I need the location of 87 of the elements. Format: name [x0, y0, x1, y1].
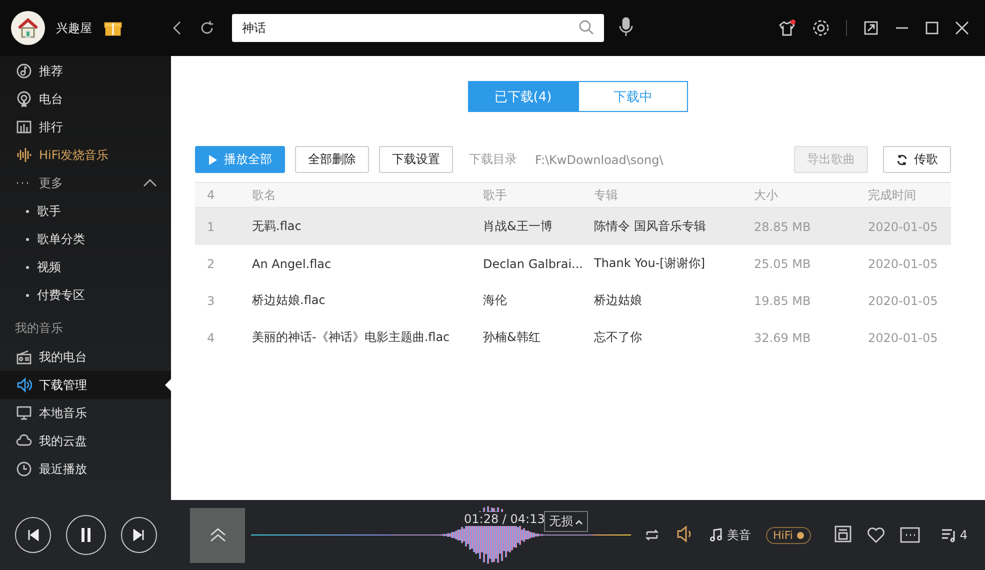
close-icon[interactable]	[955, 21, 969, 35]
more-icon[interactable]	[900, 527, 920, 543]
directory-label: 下载目录	[469, 151, 517, 168]
table-cell-text: 3	[206, 294, 216, 308]
maximize-icon[interactable]	[925, 21, 939, 35]
table-cell-text: 2020-01-05	[867, 220, 938, 234]
table-cell-text: 32.69 MB	[753, 330, 812, 344]
table-cell-text: 25.05 MB	[753, 256, 812, 270]
radio-icon	[16, 349, 32, 365]
quality-dropdown[interactable]: 无损	[544, 511, 588, 532]
table-cell-text: 美丽的神话-《神话》电影主题曲.flac	[251, 329, 451, 346]
sidebar-item[interactable]: 本地音乐	[0, 399, 171, 427]
table-cell-text: 19.85 MB	[753, 294, 812, 308]
monitor-icon	[16, 405, 32, 421]
house-icon	[16, 16, 40, 40]
pause-button[interactable]	[66, 515, 106, 555]
sidebar-item[interactable]: 排行	[0, 113, 171, 141]
sidebar-item[interactable]: 最近播放	[0, 455, 171, 483]
music-note-icon	[709, 528, 723, 542]
user-name[interactable]: 兴趣屋	[56, 20, 92, 36]
table-cell-text: 2	[206, 256, 216, 270]
speaker-icon	[16, 377, 32, 393]
sidebar-item[interactable]: 视频	[0, 253, 171, 281]
section-title: 我的音乐	[14, 320, 64, 337]
table-cell-text: An Angel.flac	[251, 256, 332, 270]
sidebar-item[interactable]: 电台	[0, 85, 171, 113]
sidebar-item[interactable]: 付费专区	[0, 281, 171, 309]
table-row[interactable]: 2 An Angel.flac Declan Galbrai... Thank You-[谢谢你] 25.05 MB 2020-01-05	[195, 245, 951, 282]
shirt-icon[interactable]	[778, 19, 796, 37]
toolbar-button[interactable]: 下载设置	[379, 146, 453, 173]
avatar[interactable]	[11, 11, 45, 45]
table-cell-text: 陈情令 国风音乐专辑	[593, 218, 707, 235]
radio-icon	[16, 91, 32, 107]
sidebar-item[interactable]: 推荐	[0, 57, 171, 85]
transfer-button[interactable]: 传歌	[883, 146, 951, 173]
sync-icon	[896, 154, 908, 166]
previous-button[interactable]	[15, 517, 51, 553]
sidebar-item[interactable]: 更多	[0, 169, 171, 197]
table-cell-text: 28.85 MB	[753, 220, 812, 234]
table-cell-text: Thank You-[谢谢你]	[593, 255, 706, 272]
play-icon	[208, 154, 218, 164]
sound-wave-icon	[16, 147, 32, 163]
sidebar-item[interactable]: 我的云盘	[0, 427, 171, 455]
settings-icon[interactable]	[812, 19, 830, 37]
caret-icon	[143, 178, 157, 188]
table-cell-text: 孙楠&韩红	[482, 329, 542, 346]
caret-icon	[575, 518, 583, 524]
table-row[interactable]: 1 无羁.flac 肖战&王一博 陈情令 国风音乐专辑 28.85 MB 2020-01-05	[195, 208, 951, 245]
table-cell-text: 1	[206, 220, 216, 234]
lyrics-icon[interactable]	[834, 524, 852, 542]
previous-icon	[27, 529, 39, 541]
next-button[interactable]	[121, 517, 157, 553]
table-cell-text: 桥边姑娘	[593, 292, 643, 309]
table-cell-text: 2020-01-05	[867, 330, 938, 344]
table-cell-text: 4	[206, 330, 216, 344]
directory-path[interactable]: F:\KwDownload\song\	[535, 152, 664, 166]
sidebar-item[interactable]: 我的电台	[0, 343, 171, 371]
music-note-icon	[16, 63, 32, 79]
search-icon[interactable]	[578, 18, 594, 34]
table-cell-text: 2020-01-05	[867, 256, 938, 270]
microphone-icon[interactable]	[618, 16, 634, 38]
table-cell-text: Declan Galbrai...	[482, 256, 582, 270]
table-row[interactable]: 4 美丽的神话-《神话》电影主题曲.flac 孙楠&韩红 忘不了你 32.69 MB 2020-01-05	[195, 319, 951, 356]
pause-icon	[79, 527, 93, 543]
table-cell-text: 肖战&王一博	[482, 218, 554, 235]
table-cell-text: 2020-01-05	[867, 294, 938, 308]
next-icon	[133, 529, 145, 541]
sidebar-item[interactable]: 下载管理	[0, 371, 171, 399]
table-cell-text: 海伦	[482, 292, 508, 309]
sidebar-item[interactable]: 歌手	[0, 197, 171, 225]
heart-icon[interactable]	[866, 527, 885, 543]
clock-icon	[16, 461, 32, 477]
chart-icon	[16, 119, 32, 135]
toolbar-button[interactable]: 全部删除	[295, 146, 369, 173]
table-cell-text: 忘不了你	[593, 329, 643, 346]
playlist-button[interactable]: 4	[940, 527, 968, 543]
playlist-icon	[940, 527, 957, 543]
mini-mode-icon[interactable]	[863, 20, 879, 36]
table-cell-text: 无羁.flac	[251, 218, 302, 235]
playback-time: 01:28 / 04:13	[462, 512, 547, 526]
sound-effect-button[interactable]: 美音	[709, 526, 751, 544]
sidebar-item[interactable]: HiFi发烧音乐	[0, 141, 171, 169]
double-chevron-icon	[208, 527, 226, 543]
table-row[interactable]: 3 桥边姑娘.flac 海伦 桥边姑娘 19.85 MB 2020-01-05	[195, 282, 951, 319]
hifi-toggle[interactable]: HiFi	[766, 526, 811, 544]
table-cell-text: 桥边姑娘.flac	[251, 292, 326, 309]
sidebar-item[interactable]: 歌单分类	[0, 225, 171, 253]
